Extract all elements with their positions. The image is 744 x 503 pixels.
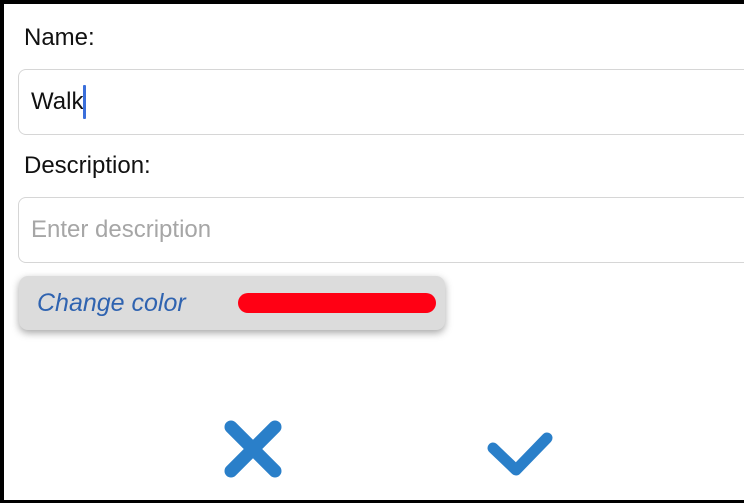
color-swatch [238, 293, 436, 313]
description-label: Description: [24, 152, 151, 179]
name-value: Walk [31, 88, 84, 115]
description-placeholder: Enter description [31, 216, 212, 243]
close-icon [224, 420, 282, 478]
name-label: Name: [24, 24, 95, 51]
checkmark-icon [487, 432, 553, 476]
change-color-label: Change color [37, 288, 186, 317]
text-cursor [83, 85, 87, 119]
change-color-button[interactable]: Change color [19, 276, 445, 330]
name-field[interactable]: Walk [18, 69, 744, 135]
confirm-button[interactable] [485, 419, 555, 489]
edit-activity-dialog: Name: Walk Description: Enter descriptio… [0, 0, 744, 503]
description-field[interactable]: Enter description [18, 197, 744, 263]
cancel-button[interactable] [218, 414, 288, 484]
